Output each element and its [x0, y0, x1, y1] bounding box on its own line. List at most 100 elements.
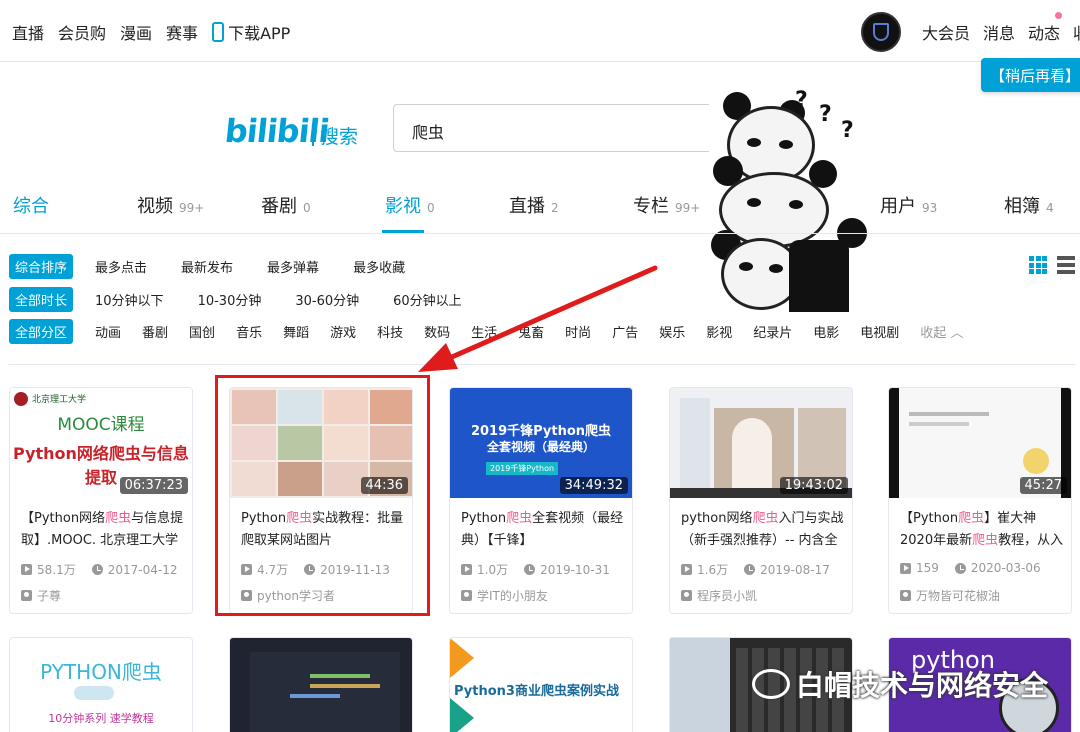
avatar[interactable] — [861, 12, 901, 52]
tab-label: 综合 — [13, 196, 49, 217]
video-title[interactable]: python网络爬虫入门与实战（新手强烈推荐）-- 内含全 — [681, 508, 847, 552]
region-option[interactable]: 影视 — [706, 322, 732, 341]
collapse-label: 收起 — [920, 325, 947, 341]
region-option[interactable]: 番剧 — [142, 322, 168, 341]
duration-selected[interactable]: 全部时长 — [9, 286, 74, 312]
notification-dot — [1055, 12, 1062, 19]
uploader[interactable]: 学IT的小朋友 — [461, 587, 548, 604]
nav-live[interactable]: 直播 — [12, 20, 44, 44]
logo-search-label: 搜索 — [320, 126, 359, 148]
video-thumbnail[interactable]: 19:43:02 — [670, 388, 852, 498]
duration-option[interactable]: 10-30分钟 — [198, 290, 262, 309]
tab-all[interactable]: 综合 — [13, 192, 49, 218]
lightbulb-icon — [1023, 448, 1049, 474]
nav-events[interactable]: 赛事 — [166, 20, 198, 44]
video-title[interactable]: Python爬虫全套视频（最经典）【千锋】 — [461, 508, 627, 552]
region-option[interactable]: 娱乐 — [659, 322, 685, 341]
list-view-icon[interactable] — [1057, 256, 1075, 274]
tab-count: 93 — [922, 201, 938, 215]
duration-option[interactable]: 60分钟以上 — [393, 290, 462, 309]
video-thumbnail[interactable]: 北京理工大学 MOOC课程 Python网络爬虫与信息提取 06:37:23 — [10, 388, 192, 498]
search-input[interactable]: 爬虫 — [393, 104, 723, 152]
tab-user[interactable]: 用户 93 — [880, 192, 937, 218]
video-card[interactable]: Python3商业爬虫案例实战 — [449, 637, 633, 732]
video-title[interactable]: 【Python网络爬虫与信息提取】.MOOC. 北京理工大学 — [21, 508, 187, 552]
nav-messages[interactable]: 消息 — [983, 20, 1015, 44]
thumb-sub: 全套视频（最经典） — [486, 440, 595, 454]
download-app-label: 下载APP — [228, 24, 291, 43]
region-option[interactable]: 时尚 — [565, 322, 591, 341]
view-count: 1.6万 — [697, 563, 729, 577]
view-count: 1.0万 — [477, 563, 509, 577]
tab-video[interactable]: 视频 99+ — [137, 192, 204, 218]
thumb-title: PYTHON爬虫 — [40, 660, 162, 684]
video-card[interactable]: 19:43:02 python网络爬虫入门与实战（新手强烈推荐）-- 内含全 1… — [669, 387, 853, 614]
video-card[interactable] — [229, 637, 413, 732]
video-title[interactable]: 【Python爬虫】崔大神2020年最新爬虫教程，从入 — [900, 508, 1066, 552]
region-option[interactable]: 国创 — [189, 322, 215, 341]
sort-filter-row: 综合排序 最多点击 最新发布 最多弹幕 最多收藏 — [9, 253, 439, 279]
sort-option[interactable]: 最多弹幕 — [267, 257, 319, 276]
duration-option[interactable]: 10分钟以下 — [95, 290, 164, 309]
download-app-link[interactable]: 下载APP — [212, 20, 290, 44]
tab-film[interactable]: 影视 0 — [385, 192, 435, 218]
thumb-school: 北京理工大学 — [32, 395, 87, 405]
play-count-icon — [21, 564, 32, 575]
region-option[interactable]: 动画 — [95, 322, 121, 341]
tab-count: 0 — [303, 201, 311, 215]
region-option[interactable]: 科技 — [377, 322, 403, 341]
clock-icon — [744, 564, 756, 575]
thumb-badge: 2019千锋Python — [486, 462, 559, 475]
uploader-name: 子尊 — [37, 589, 62, 603]
video-card[interactable]: 北京理工大学 MOOC课程 Python网络爬虫与信息提取 06:37:23 【… — [9, 387, 193, 614]
tab-column[interactable]: 专栏 99+ — [633, 192, 700, 218]
region-option[interactable]: 电视剧 — [860, 322, 899, 341]
duration-option[interactable]: 30-60分钟 — [295, 290, 359, 309]
tab-album[interactable]: 相簿 4 — [1004, 192, 1054, 218]
region-option[interactable]: 生活 — [471, 322, 497, 341]
chevron-up-icon: ︿ — [950, 325, 964, 341]
region-option[interactable]: 音乐 — [236, 322, 262, 341]
tab-label: 影视 — [385, 196, 421, 217]
bilibili-logo[interactable]: bilibili — [223, 112, 331, 150]
region-selected[interactable]: 全部分区 — [9, 318, 74, 344]
region-option[interactable]: 游戏 — [330, 322, 356, 341]
uploader[interactable]: 万物皆可花椒油 — [900, 587, 1000, 604]
watch-later-button[interactable]: 【稍后再看】 — [981, 58, 1080, 92]
nav-vip-shop[interactable]: 会员购 — [58, 20, 106, 44]
video-card[interactable]: PYTHON爬虫 10分钟系列 速学教程 — [9, 637, 193, 732]
tab-count: 4 — [1046, 201, 1054, 215]
video-thumbnail[interactable]: 2019千锋Python爬虫 全套视频（最经典） 2019千锋Python 34… — [450, 388, 632, 498]
region-option[interactable]: 纪录片 — [753, 322, 792, 341]
play-count-icon — [461, 564, 472, 575]
uploader[interactable]: 子尊 — [21, 587, 61, 604]
tab-bangumi[interactable]: 番剧 0 — [261, 192, 311, 218]
uploader-icon — [461, 590, 472, 601]
region-option[interactable]: 电影 — [813, 322, 839, 341]
sort-option[interactable]: 最新发布 — [181, 257, 233, 276]
collapse-toggle[interactable]: 收起 ︿ — [920, 322, 963, 341]
nav-dynamics[interactable]: 动态 — [1028, 20, 1060, 44]
uploader[interactable]: 程序员小凯 — [681, 587, 757, 604]
sort-option[interactable]: 最多点击 — [95, 257, 147, 276]
video-card[interactable]: 45:27 【Python爬虫】崔大神2020年最新爬虫教程，从入 159 20… — [888, 387, 1072, 614]
nav-big-member[interactable]: 大会员 — [922, 20, 970, 44]
video-card[interactable]: 2019千锋Python爬虫 全套视频（最经典） 2019千锋Python 34… — [449, 387, 633, 614]
video-thumbnail[interactable]: 45:27 — [889, 388, 1071, 498]
sort-selected[interactable]: 综合排序 — [9, 253, 74, 279]
sort-option[interactable]: 最多收藏 — [353, 257, 405, 276]
video-duration: 19:43:02 — [779, 477, 848, 494]
video-duration: 45:27 — [1019, 477, 1067, 494]
region-option[interactable]: 数码 — [424, 322, 450, 341]
tab-live[interactable]: 直播 2 — [509, 192, 559, 218]
nav-manga[interactable]: 漫画 — [120, 20, 152, 44]
play-count-icon — [681, 564, 692, 575]
region-option[interactable]: 鬼畜 — [518, 322, 544, 341]
grid-view-icon[interactable] — [1029, 256, 1047, 274]
nav-favorites[interactable]: 收 — [1073, 20, 1080, 44]
region-option[interactable]: 广告 — [612, 322, 638, 341]
uploader-icon — [21, 590, 32, 601]
tab-count: 99+ — [179, 201, 205, 215]
region-option[interactable]: 舞蹈 — [283, 322, 309, 341]
uploader-name: 学IT的小朋友 — [477, 589, 548, 603]
